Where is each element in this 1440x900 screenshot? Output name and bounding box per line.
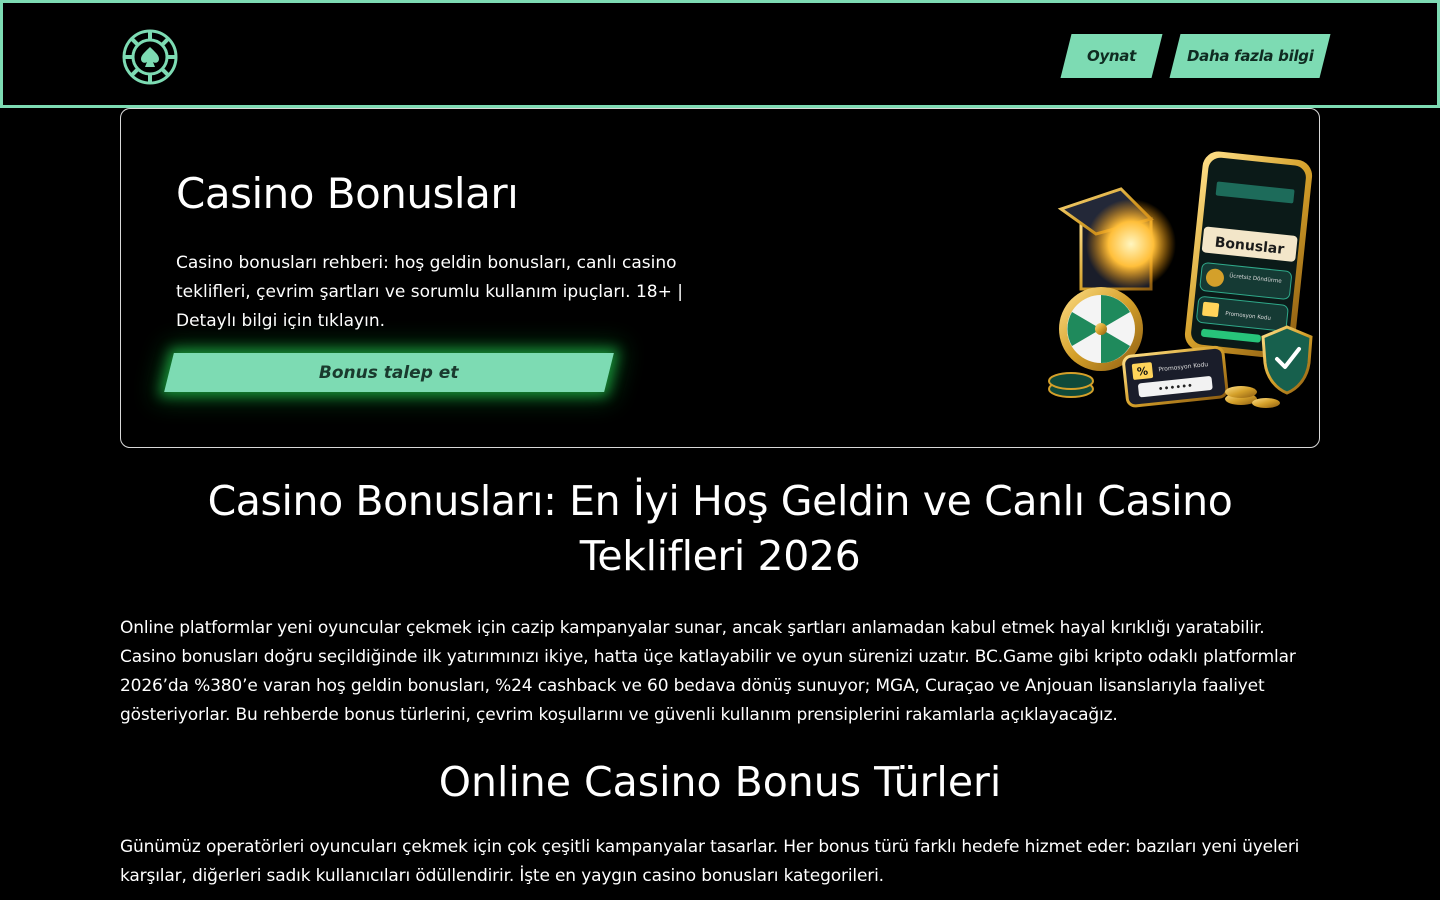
article-intro-paragraph: Online platformlar yeni oyuncular çekmek… (120, 618, 1296, 725)
hero-card: Casino Bonusları Casino bonusları rehber… (120, 108, 1320, 448)
hero-title: Casino Bonusları (176, 169, 519, 218)
article-heading-bonus-types: Online Casino Bonus Türleri (438, 758, 1002, 806)
more-info-button[interactable]: Daha fazla bilgi (1169, 34, 1331, 78)
casino-chip-spade-icon[interactable] (120, 27, 180, 87)
article-bonus-types-paragraph: Günümüz operatörleri oyuncuları çekmek i… (120, 837, 1300, 886)
claim-bonus-button[interactable]: Bonus talep et (164, 353, 614, 392)
play-button[interactable]: Oynat (1060, 34, 1163, 78)
article-heading-main: Casino Bonusları: En İyi Hoş Geldin ve C… (207, 477, 1233, 580)
play-button-label: Oynat (1086, 47, 1136, 65)
claim-bonus-button-label: Bonus talep et (319, 362, 459, 383)
ticket-percent: % (1136, 364, 1148, 378)
more-info-button-label: Daha fazla bilgi (1186, 47, 1314, 65)
hero-description: Casino bonusları rehberi: hoş geldin bon… (176, 253, 683, 331)
bonus-phone-illustration: Bonuslar Ücretsiz Döndürme Promosyon Kod… (1048, 151, 1313, 408)
site-header: Oynat Daha fazla bilgi (0, 0, 1440, 108)
